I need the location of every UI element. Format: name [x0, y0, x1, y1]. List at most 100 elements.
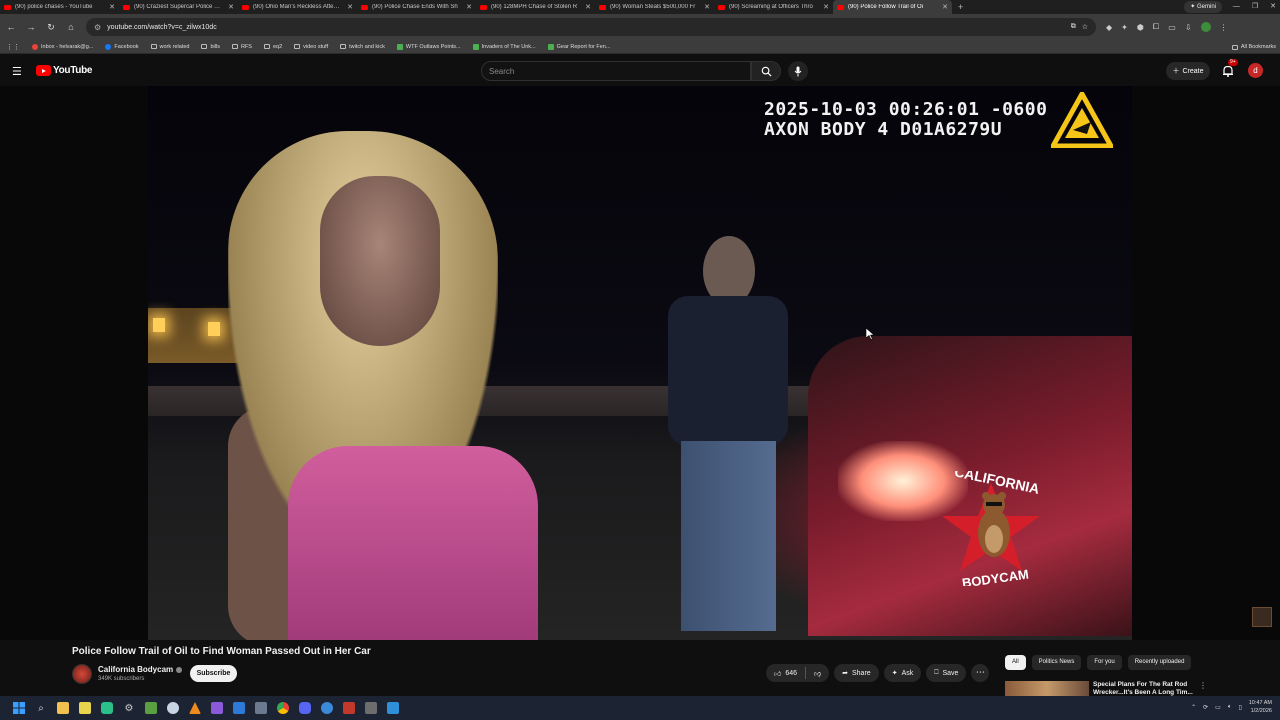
create-button[interactable]: ＋ Create: [1166, 62, 1210, 80]
browser-tab[interactable]: (90) Ohio Man's Reckless Attempt ✕: [238, 0, 357, 14]
close-tab-icon[interactable]: ✕: [942, 3, 948, 11]
game-app-icon[interactable]: [140, 697, 162, 719]
recommended-video-menu-icon[interactable]: ⋮: [1199, 681, 1207, 690]
bookmark-item[interactable]: RFS: [231, 44, 252, 50]
close-tab-icon[interactable]: ✕: [347, 3, 353, 11]
browser-tab[interactable]: (90) Police Follow Trail of Oi ✕: [833, 0, 952, 14]
like-button[interactable]: 👍︎ 646: [766, 664, 805, 682]
calculator-icon[interactable]: [250, 697, 272, 719]
browser-tab[interactable]: (90) Police Chase Ends With Sh ✕: [357, 0, 476, 14]
recommended-video-thumbnail[interactable]: [1005, 681, 1089, 696]
bookmark-item[interactable]: Gear Report for Fen...: [547, 43, 610, 50]
close-tab-icon[interactable]: ✕: [585, 3, 591, 11]
video-frame[interactable]: 2025-10-03 00:26:01 -0600 AXON BODY 4 D0…: [148, 86, 1132, 640]
notifications-bell-icon[interactable]: [1221, 64, 1235, 78]
chrome-icon[interactable]: [272, 697, 294, 719]
taskbar-search-icon[interactable]: ⌕: [30, 697, 52, 719]
back-icon[interactable]: ←: [6, 22, 16, 32]
save-button[interactable]: ⎕ Save: [926, 664, 967, 682]
close-tab-icon[interactable]: ✕: [228, 3, 234, 11]
ask-button[interactable]: ✦ Ask: [883, 664, 922, 682]
voice-search-button[interactable]: [788, 61, 808, 81]
bookmark-item[interactable]: Invaders of The Unk...: [472, 43, 536, 50]
photos-icon[interactable]: [382, 697, 404, 719]
search-input[interactable]: Search: [481, 61, 751, 81]
vlc-icon[interactable]: [184, 697, 206, 719]
taskbar-clock[interactable]: 10:47 AM 1/2/2026: [1249, 699, 1272, 715]
battery-icon[interactable]: ▯: [1238, 704, 1241, 711]
volume-icon[interactable]: 🔈︎: [1228, 704, 1232, 711]
bookmark-item[interactable]: eq2: [263, 44, 282, 50]
more-actions-icon[interactable]: ⋯: [971, 664, 990, 682]
install-icon[interactable]: ⧉: [1071, 23, 1076, 31]
channel-avatar[interactable]: [72, 664, 92, 684]
bookmark-item[interactable]: bills: [201, 44, 220, 50]
filter-chip[interactable]: All: [1005, 655, 1026, 670]
browser-tab[interactable]: (90) police chases - YouTube ✕: [0, 0, 119, 14]
settings-icon[interactable]: ⚙: [118, 697, 140, 719]
url-bar[interactable]: ⚙ youtube.com/watch?v=c_zilwx10dc ⧉ ☆: [86, 18, 1096, 36]
extension-icon[interactable]: ⬢: [1137, 23, 1144, 32]
steam-icon[interactable]: [162, 697, 184, 719]
downloads-icon[interactable]: ⇩: [1185, 23, 1192, 32]
bookmark-star-icon[interactable]: ☆: [1082, 23, 1088, 31]
apps-grid-icon[interactable]: ⋮⋮: [6, 43, 20, 51]
hamburger-menu-icon[interactable]: ☰: [12, 65, 22, 78]
bookmark-item[interactable]: Facebook: [105, 43, 139, 50]
gemini-button[interactable]: ✦ Gemini: [1184, 1, 1222, 13]
red-app-icon[interactable]: [338, 697, 360, 719]
bookmark-item[interactable]: video stuff: [294, 44, 328, 50]
share-button[interactable]: ➦ Share: [834, 664, 879, 682]
sidepanel-icon[interactable]: ▭: [1168, 23, 1176, 32]
windows-start-icon[interactable]: [8, 697, 30, 719]
close-tab-icon[interactable]: ✕: [823, 3, 829, 11]
close-tab-icon[interactable]: ✕: [466, 3, 472, 11]
network-icon[interactable]: ▭: [1215, 704, 1221, 711]
bookmark-item[interactable]: WTF Outlaws Points...: [396, 43, 461, 50]
all-bookmarks-button[interactable]: All Bookmarks: [1231, 40, 1276, 54]
reload-icon[interactable]: ↻: [46, 22, 56, 33]
file-explorer-icon[interactable]: [52, 697, 74, 719]
bookmark-item[interactable]: twitch and kick: [340, 44, 385, 50]
youtube-logo[interactable]: YouTube: [36, 65, 93, 76]
tray-overflow-icon[interactable]: ⌃: [1191, 704, 1196, 711]
sync-icon[interactable]: ⟳: [1203, 704, 1208, 711]
minimize-icon[interactable]: —: [1233, 0, 1240, 14]
bookmark-item[interactable]: Inbox - helvarak@g...: [32, 43, 93, 50]
account-avatar[interactable]: d: [1248, 63, 1263, 78]
video-player[interactable]: 2025-10-03 00:26:01 -0600 AXON BODY 4 D0…: [0, 86, 1280, 640]
recommended-video-title[interactable]: Special Plans For The Rat Rod Wrecker...…: [1093, 681, 1193, 696]
discord-icon[interactable]: [294, 697, 316, 719]
browser-tab[interactable]: (90) 128MPH Chase of Stolen R ✕: [476, 0, 595, 14]
new-tab-icon[interactable]: +: [952, 0, 969, 14]
forward-icon[interactable]: →: [26, 22, 36, 32]
profile-avatar[interactable]: [1200, 22, 1211, 32]
close-tab-icon[interactable]: ✕: [704, 3, 710, 11]
purple-app-icon[interactable]: [206, 697, 228, 719]
channel-watermark-icon[interactable]: [1252, 607, 1272, 627]
browser-tab[interactable]: (90) Screaming at Officers Thro ✕: [714, 0, 833, 14]
channel-name[interactable]: California Bodycam: [98, 665, 183, 674]
search-button[interactable]: [751, 61, 781, 81]
blue-app-icon[interactable]: [228, 697, 250, 719]
close-window-icon[interactable]: ✕: [1270, 0, 1276, 14]
extensions-puzzle-icon[interactable]: ⧠: [1153, 22, 1159, 32]
browser-tab[interactable]: (90) Craziest Supercar Police Chases✕: [119, 0, 238, 14]
browser-tab[interactable]: (90) Woman Steals $500,000 Fr ✕: [595, 0, 714, 14]
gray-app-icon[interactable]: [360, 697, 382, 719]
green-app-icon[interactable]: [96, 697, 118, 719]
home-icon[interactable]: ⌂: [66, 22, 76, 32]
extension-icon[interactable]: ✦: [1121, 23, 1128, 32]
subscribe-button[interactable]: Subscribe: [190, 665, 237, 682]
filter-chip[interactable]: For you: [1087, 655, 1122, 670]
dislike-button[interactable]: 👎︎: [806, 664, 829, 682]
site-info-icon[interactable]: ⚙: [94, 23, 101, 32]
browser-icon[interactable]: [316, 697, 338, 719]
bookmark-item[interactable]: work related: [150, 44, 189, 50]
maximize-icon[interactable]: ❐: [1252, 0, 1258, 14]
menu-kebab-icon[interactable]: ⋮: [1220, 23, 1228, 32]
notes-app-icon[interactable]: [74, 697, 96, 719]
filter-chip[interactable]: Politics News: [1031, 655, 1082, 670]
filter-chip[interactable]: Recently uploaded: [1127, 655, 1192, 670]
extension-icon[interactable]: ◆: [1106, 23, 1112, 32]
